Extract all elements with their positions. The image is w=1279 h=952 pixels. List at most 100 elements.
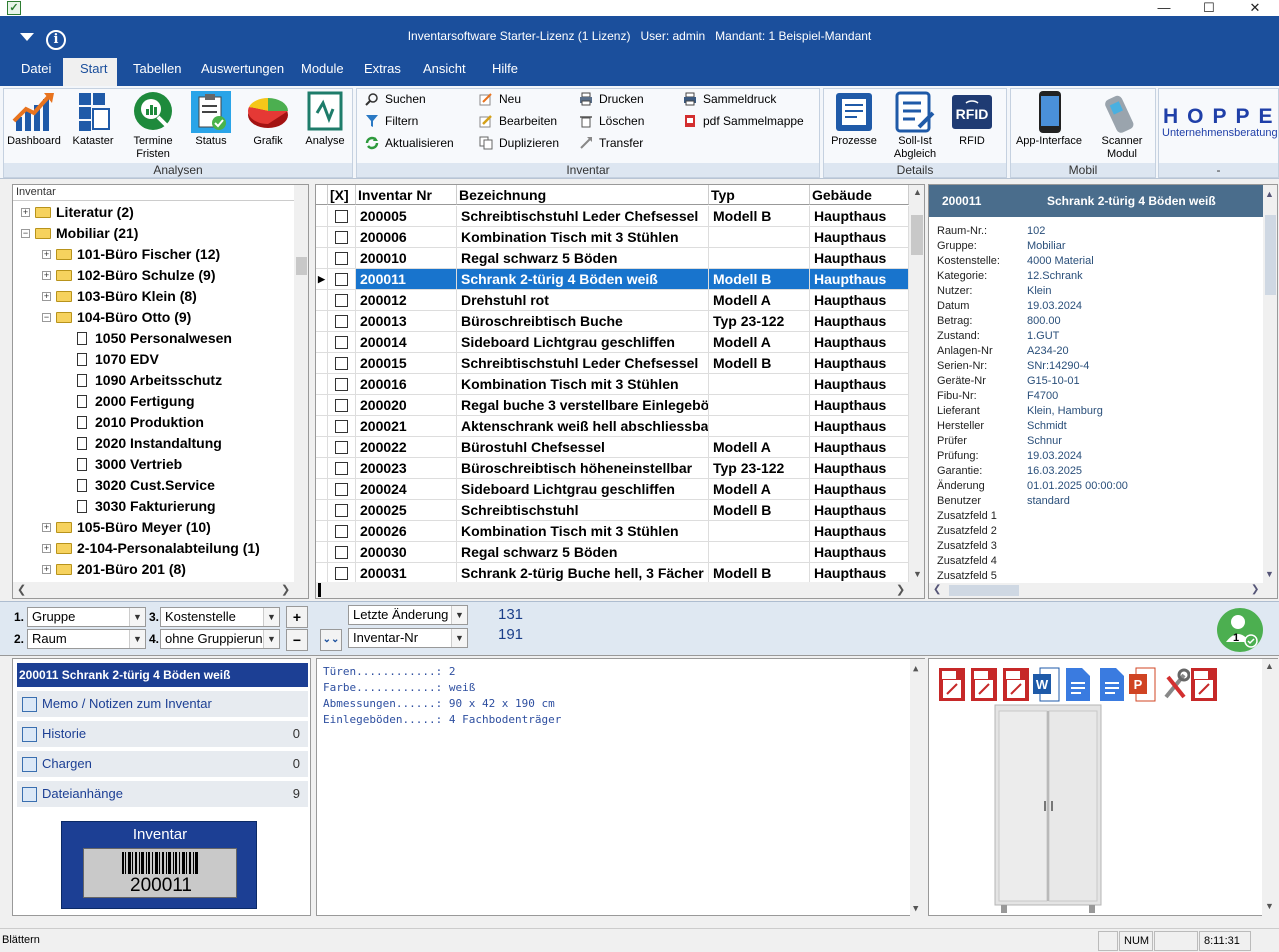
chargen-link[interactable]: Chargen 0	[17, 751, 308, 777]
table-row[interactable]: 200015 Schreibtischstuhl Leder Chefsessel…	[316, 353, 909, 374]
neu-button[interactable]: Neu	[479, 91, 521, 107]
kataster-button[interactable]: Kataster	[67, 91, 119, 148]
col-typ-header[interactable]: Typ	[709, 185, 810, 205]
grid-horizontal-scrollbar[interactable]: ❯	[316, 582, 924, 598]
tree-node[interactable]: 3020 Cust.Service	[63, 475, 215, 496]
user-avatar-icon[interactable]: 1	[1217, 608, 1263, 652]
close-button[interactable]: ✕	[1240, 0, 1270, 16]
memo-text-area[interactable]: Türen............: 2 Farbe............: w…	[316, 658, 925, 916]
tree-node[interactable]: +102-Büro Schulze (9)	[42, 265, 215, 286]
tree-node[interactable]: +101-Büro Fischer (12)	[42, 244, 220, 265]
attach-scroll-up-icon[interactable]: ▲	[1265, 661, 1274, 671]
tab-start[interactable]: Start	[63, 58, 117, 86]
table-row[interactable]: 200014 Sideboard Lichtgrau geschliffen Mod…	[316, 332, 909, 353]
row-checkbox[interactable]	[335, 483, 348, 496]
row-checkbox[interactable]	[335, 504, 348, 517]
grid-vertical-scrollbar[interactable]: ▲ ▼	[909, 185, 924, 582]
row-checkbox[interactable]	[335, 315, 348, 328]
tree-node[interactable]: 1090 Arbeitsschutz	[63, 370, 222, 391]
expand-icon[interactable]: +	[42, 544, 51, 553]
attach-scroll-down-icon[interactable]: ▼	[1265, 901, 1274, 911]
row-checkbox[interactable]	[335, 399, 348, 412]
col-select-header[interactable]: [X]	[328, 185, 356, 205]
expand-icon[interactable]: +	[42, 271, 51, 280]
suchen-button[interactable]: Suchen	[365, 91, 426, 107]
row-checkbox[interactable]	[335, 462, 348, 475]
tree-scroll-thumb[interactable]	[296, 257, 307, 275]
table-row[interactable]: 200006 Kombination Tisch mit 3 Stühlen Hau…	[316, 227, 909, 248]
grid-scroll-thumb[interactable]	[911, 215, 923, 255]
row-checkbox[interactable]	[335, 567, 348, 580]
tree-node[interactable]: +105-Büro Meyer (10)	[42, 517, 211, 538]
soll-ist-abgleich-button[interactable]: Soll-Ist Abgleich	[886, 91, 944, 161]
dashboard-button[interactable]: Dashboard	[5, 91, 63, 148]
tree-node[interactable]: − 104-Büro Otto (9)	[42, 307, 191, 328]
pdf-file-icon[interactable]	[1190, 667, 1218, 702]
tree-node[interactable]: 3000 Vertrieb	[63, 454, 182, 475]
memo-link[interactable]: Memo / Notizen zum Inventar	[17, 691, 308, 717]
loeschen-button[interactable]: Löschen	[579, 113, 644, 129]
group-3-select[interactable]: Kostenstelle ▼	[160, 607, 280, 627]
row-checkbox[interactable]	[335, 357, 348, 370]
detail-scroll-thumb[interactable]	[1265, 215, 1276, 295]
tree-vertical-scrollbar[interactable]	[294, 185, 308, 582]
termine-fristen-button[interactable]: Termine Fristen	[123, 91, 183, 161]
dateianhaenge-link[interactable]: Dateianhänge 9	[17, 781, 308, 807]
remove-group-button[interactable]: −	[286, 629, 308, 651]
tools-file-icon[interactable]	[1162, 667, 1191, 702]
tree-node[interactable]: 2000 Fertigung	[63, 391, 195, 412]
collapse-icon[interactable]: −	[21, 229, 30, 238]
table-row[interactable]: 200026 Kombination Tisch mit 3 Stühlen Hau…	[316, 521, 909, 542]
table-row[interactable]: 200010 Regal schwarz 5 Böden Haupthaus	[316, 248, 909, 269]
status-button[interactable]: Status	[187, 91, 235, 148]
memo-scroll-up-icon[interactable]: ▲	[913, 661, 918, 677]
table-row[interactable]: 200013 Büroschreibtisch Buche Typ 23-122 Ha…	[316, 311, 909, 332]
tree-node[interactable]: +201-Büro 201 (8)	[42, 559, 186, 580]
row-checkbox[interactable]	[335, 273, 348, 286]
collapse-icon[interactable]: −	[42, 313, 51, 322]
table-row[interactable]: ▶ 200011 Schrank 2-türig 4 Böden weiß Model…	[316, 269, 909, 290]
tab-auswertungen[interactable]: Auswertungen	[191, 58, 294, 86]
attachments-vertical-scrollbar[interactable]: ▲ ▼	[1262, 659, 1278, 916]
tab-module[interactable]: Module	[291, 58, 354, 86]
tree-horizontal-scrollbar[interactable]: ❮ ❯	[13, 582, 308, 598]
row-checkbox[interactable]	[335, 546, 348, 559]
bearbeiten-button[interactable]: Bearbeiten	[479, 113, 557, 129]
pdf-sammelmappe-button[interactable]: pdf Sammelmappe	[683, 113, 804, 129]
collapse-chevron-icon[interactable]: ⌄⌄	[320, 629, 342, 651]
row-checkbox[interactable]	[335, 441, 348, 454]
table-row[interactable]: 200025 Schreibtischstuhl Modell B Haupthaus	[316, 500, 909, 521]
expand-icon[interactable]: +	[42, 292, 51, 301]
grid-scroll-right-icon[interactable]: ❯	[896, 583, 905, 596]
duplizieren-button[interactable]: Duplizieren	[479, 135, 559, 151]
sort-2-select[interactable]: Inventar-Nr ▼	[348, 628, 468, 648]
col-gebaeude-header[interactable]: Gebäude	[810, 185, 909, 205]
scroll-right-icon[interactable]: ❯	[281, 583, 290, 596]
table-row[interactable]: 200031 Schrank 2-türig Buche hell, 3 Fäch…	[316, 563, 909, 584]
table-row[interactable]: 200012 Drehstuhl rot Modell A Haupthaus	[316, 290, 909, 311]
transfer-button[interactable]: Transfer	[579, 135, 643, 151]
tree-node[interactable]: + Literatur (2)	[21, 202, 134, 223]
scroll-up-icon[interactable]: ▲	[913, 187, 922, 197]
table-row[interactable]: 200016 Kombination Tisch mit 3 Stühlen Hau…	[316, 374, 909, 395]
gdoc-file-icon[interactable]	[1064, 667, 1092, 702]
historie-link[interactable]: Historie 0	[17, 721, 308, 747]
detail-hscroll-thumb[interactable]	[949, 585, 1019, 596]
row-checkbox[interactable]	[335, 252, 348, 265]
tab-extras[interactable]: Extras	[354, 58, 411, 86]
table-row[interactable]: 200023 Büroschreibtisch höheneinstellbar T…	[316, 458, 909, 479]
tree-node[interactable]: 3030 Fakturierung	[63, 496, 216, 517]
table-row[interactable]: 200020 Regal buche 3 verstellbare Einlege…	[316, 395, 909, 416]
col-inventar-nr-header[interactable]: Inventar Nr	[356, 185, 457, 205]
expand-icon[interactable]: +	[42, 523, 51, 532]
row-checkbox[interactable]	[335, 378, 348, 391]
detail-horizontal-scrollbar[interactable]: ❮ ❯	[929, 583, 1277, 598]
detail-scroll-left-icon[interactable]: ❮	[933, 584, 941, 595]
row-checkbox[interactable]	[335, 420, 348, 433]
analyse-button[interactable]: Analyse	[299, 91, 351, 148]
detail-scroll-right-icon[interactable]: ❯	[1251, 584, 1259, 595]
tree-node[interactable]: +2-104-Personalabteilung (1)	[42, 538, 260, 559]
tab-datei[interactable]: Datei	[11, 58, 61, 86]
pdf-file-icon[interactable]	[938, 667, 966, 702]
detail-vertical-scrollbar[interactable]: ▲ ▼	[1263, 185, 1277, 583]
